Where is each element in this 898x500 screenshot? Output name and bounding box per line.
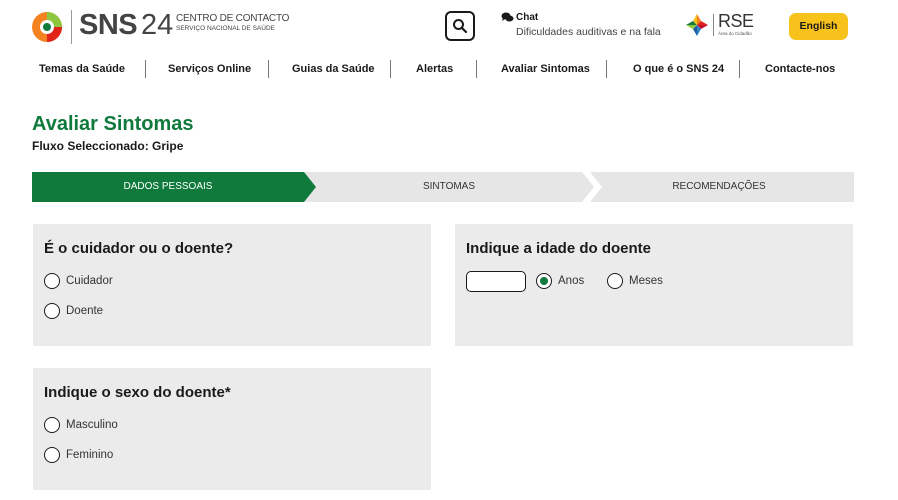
search-button[interactable] [445, 11, 475, 41]
rse-logo-subtext: Área do Cidadão [718, 31, 752, 36]
nav-item-avaliar-sintomas[interactable]: Avaliar Sintomas [501, 58, 590, 80]
age-input[interactable] [466, 271, 526, 292]
english-language-button[interactable]: English [789, 13, 848, 40]
age-question-title: Indique a idade do doente [466, 240, 652, 257]
option-doente[interactable]: Doente [44, 303, 103, 319]
step-recomendacoes: RECOMENDAÇÕES [672, 181, 766, 192]
nav-separator [606, 60, 607, 78]
nav-item-o-que-e-sns24[interactable]: O que é o SNS 24 [633, 58, 724, 80]
page-title: Avaliar Sintomas [32, 113, 194, 135]
option-meses[interactable]: Meses [607, 273, 663, 289]
rse-divider [713, 14, 714, 36]
radio-label[interactable]: Masculino [66, 417, 118, 433]
radio-label[interactable]: Doente [66, 303, 103, 319]
radio-anos[interactable] [536, 273, 552, 289]
nav-separator [739, 60, 740, 78]
nav-item-contacte-nos[interactable]: Contacte-nos [765, 58, 835, 80]
radio-label[interactable]: Anos [558, 273, 584, 289]
search-icon [453, 19, 468, 34]
radio-masculino[interactable] [44, 417, 60, 433]
caregiver-question-title: É o cuidador ou o doente? [44, 240, 234, 257]
option-feminino[interactable]: Feminino [44, 447, 113, 463]
nav-separator [268, 60, 269, 78]
radio-cuidador[interactable] [44, 273, 60, 289]
age-card: Indique a idade do doente Anos Meses [455, 224, 853, 346]
logo-sns-subtext: SERVIÇO NACIONAL DE SAÚDE [176, 25, 275, 32]
nav-item-alertas[interactable]: Alertas [416, 58, 453, 80]
option-cuidador[interactable]: Cuidador [44, 273, 113, 289]
radio-doente[interactable] [44, 303, 60, 319]
nav-item-servicos-online[interactable]: Serviços Online [168, 58, 251, 80]
step-dados-pessoais: DADOS PESSOAIS [123, 181, 213, 192]
option-anos[interactable]: Anos [536, 273, 584, 289]
nav-separator [390, 60, 391, 78]
nav-item-guias-da-saude[interactable]: Guias da Saúde [292, 58, 375, 80]
nav-separator [145, 60, 146, 78]
radio-label[interactable]: Meses [629, 273, 663, 289]
caregiver-card: É o cuidador ou o doente? Cuidador Doent… [33, 224, 431, 346]
logo-contact-center-text: CENTRO DE CONTACTO [176, 13, 290, 24]
chat-link[interactable]: Chat [516, 12, 538, 24]
chat-icon[interactable] [501, 12, 514, 23]
nav-item-temas-da-saude[interactable]: Temas da Saúde [39, 58, 125, 80]
rse-logo-text[interactable]: RSE [718, 11, 754, 31]
step-sintomas: SINTOMAS [422, 181, 476, 192]
sns24-logo-icon[interactable] [31, 11, 63, 43]
rse-logo-icon[interactable] [685, 13, 709, 37]
sex-question-title: Indique o sexo do doente* [44, 384, 231, 401]
logo-24-text: 24 [141, 9, 174, 41]
main-nav: Temas da Saúde Serviços Online Guias da … [0, 58, 898, 80]
logo-divider [71, 10, 72, 44]
radio-feminino[interactable] [44, 447, 60, 463]
radio-label[interactable]: Feminino [66, 447, 113, 463]
option-masculino[interactable]: Masculino [44, 417, 118, 433]
radio-label[interactable]: Cuidador [66, 273, 113, 289]
sex-card: Indique o sexo do doente* Masculino Femi… [33, 368, 431, 490]
progress-stepper: DADOS PESSOAIS SINTOMAS RECOMENDAÇÕES [32, 172, 854, 202]
chat-subtitle[interactable]: Dificuldades auditivas e na fala [516, 26, 661, 38]
radio-meses[interactable] [607, 273, 623, 289]
page-subtitle: Fluxo Seleccionado: Gripe [32, 139, 184, 153]
logo-sns-text: SNS [79, 9, 138, 41]
nav-separator [476, 60, 477, 78]
site-header: SNS 24 CENTRO DE CONTACTO SERVIÇO NACION… [0, 0, 898, 56]
